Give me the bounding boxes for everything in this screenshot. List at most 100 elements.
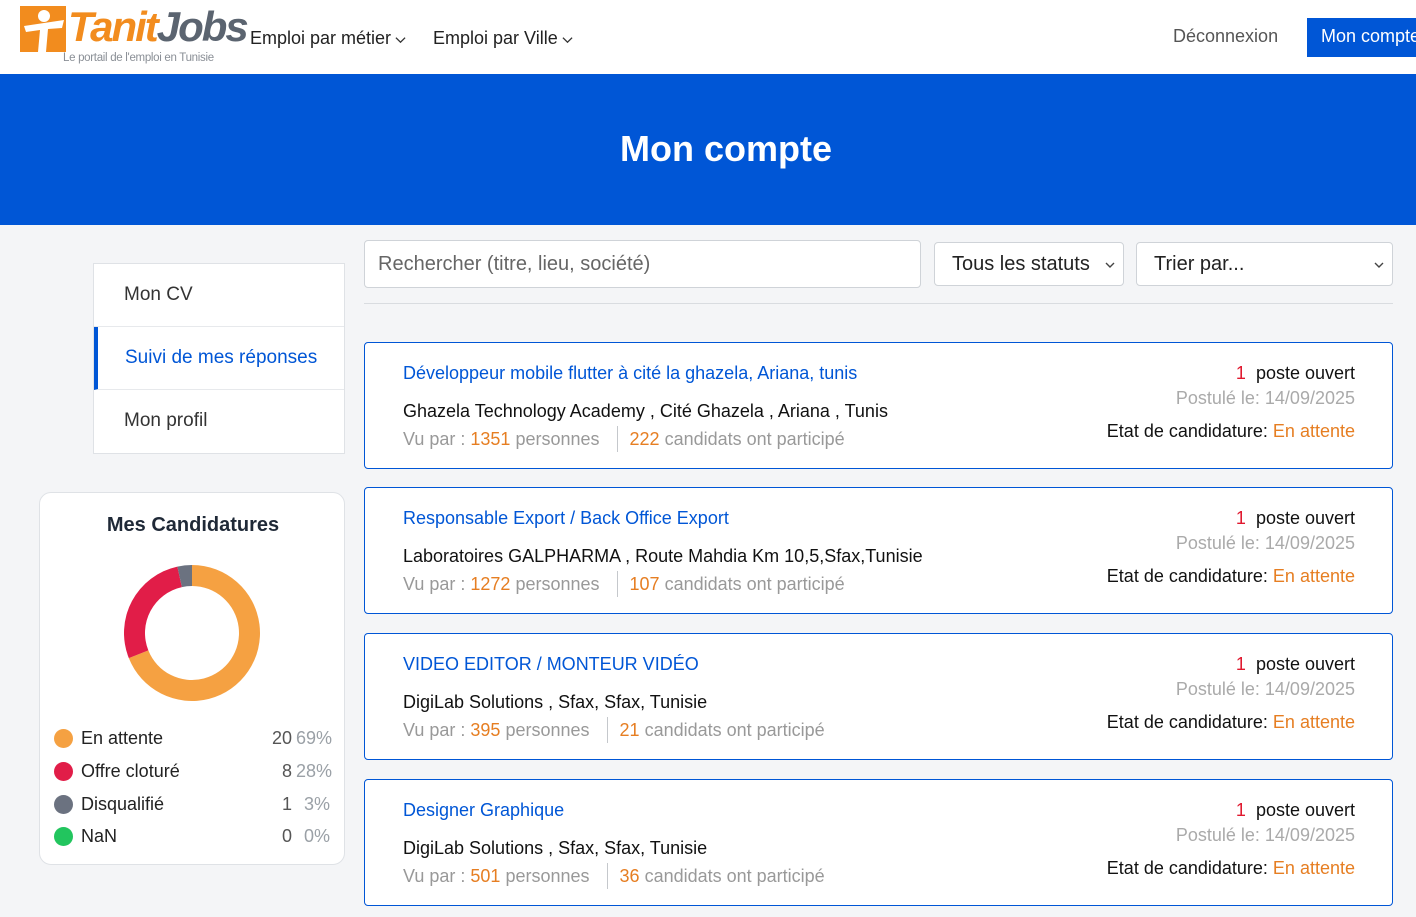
logo-brand-jobs: Jobs [156,3,249,50]
applied-date: Postulé le: 14/09/2025 [1175,679,1355,699]
logo-mark-icon [20,6,66,52]
search-input[interactable]: Rechercher (titre, lieu, société) [364,240,921,288]
legend-percent: 69% [296,728,333,748]
status-filter-value: Tous les statuts [952,253,1090,275]
logo-wordmark: TanitJobs [68,2,249,52]
candidates-count: 36 [619,865,640,886]
status-value: En attente [1272,566,1355,586]
legend-dot [54,762,73,781]
open-label: poste ouvert [1250,508,1355,528]
chevron-down-icon [562,36,573,43]
legend-dot [54,795,73,814]
chevron-down-icon [1374,262,1384,268]
status-prefix: Etat de candidature: [1106,712,1273,732]
candidates-count: 222 [629,428,660,449]
nav-emploi-par-metier[interactable]: Emploi par métier [250,28,406,49]
tanitjobs-logo[interactable]: TanitJobs Le portail de l'emploi en Tuni… [18,2,249,70]
sort-select[interactable]: Trier par... [1136,242,1393,286]
open-positions: 1 poste ouvert [1236,508,1355,529]
top-header: TanitJobs Le portail de l'emploi en Tuni… [0,0,1416,74]
legend-count: 20 [271,728,292,748]
views-prefix: Vu par : [403,573,466,594]
logout-link[interactable]: Déconnexion [1173,26,1278,47]
job-title-link[interactable]: Développeur mobile flutter à cité la gha… [403,363,857,384]
views-prefix: Vu par : [403,428,466,449]
job-stats: Vu par : 501 personnes 36 candidats ont … [403,863,825,889]
open-label: poste ouvert [1250,363,1355,383]
open-label: poste ouvert [1250,800,1355,820]
applied-date: Postulé le: 14/09/2025 [1175,388,1355,408]
open-label: poste ouvert [1250,654,1355,674]
legend-label: Offre cloturé [81,761,180,781]
job-company: Ghazela Technology Academy , Cité Ghazel… [403,401,888,421]
legend-percent: 3% [303,794,330,814]
chevron-down-icon [395,36,406,43]
account-button[interactable]: Mon compte [1307,18,1416,57]
legend-percent: 28% [296,761,333,781]
candidatures-donut-chart [124,565,260,701]
donut-slice-offre-clotur- [124,566,182,659]
job-company: DigiLab Solutions , Sfax, Sfax, Tunisie [403,692,708,712]
sidebar-item-mon-cv[interactable]: Mon CV [94,264,344,327]
candidates-count: 21 [619,719,640,740]
legend-item-offre-cloture: Offre cloturé 8 28% [54,759,333,783]
stats-divider [606,863,608,889]
application-card[interactable]: Designer Graphique DigiLab Solutions , S… [364,779,1393,906]
legend-label: Disqualifié [81,794,165,814]
views-count: 501 [470,865,501,886]
applied-date: Postulé le: 14/09/2025 [1175,533,1355,553]
views-prefix: Vu par : [403,865,466,886]
nav-emploi-par-ville[interactable]: Emploi par Ville [433,28,573,49]
stats-divider [606,717,608,743]
open-count: 1 [1235,363,1246,383]
views-suffix: personnes [515,428,600,449]
job-stats: Vu par : 1272 personnes 107 candidats on… [403,571,845,597]
chevron-down-icon [1105,262,1115,268]
views-count: 1351 [470,428,511,449]
job-title-link[interactable]: Designer Graphique [403,800,564,821]
job-title-link[interactable]: VIDEO EDITOR / MONTEUR VIDÉO [403,654,699,675]
logo-brand-tanit: Tanit [68,3,159,50]
nav-label: Emploi par Ville [433,28,558,48]
open-count: 1 [1235,508,1246,528]
status-value: En attente [1272,712,1355,732]
legend-percent: 0% [303,826,330,846]
views-suffix: personnes [515,573,600,594]
views-suffix: personnes [505,865,590,886]
candidates-suffix: candidats ont participé [664,573,845,594]
status-value: En attente [1272,858,1355,878]
status-prefix: Etat de candidature: [1106,566,1273,586]
job-company: Laboratoires GALPHARMA , Route Mahdia Km… [403,546,923,566]
sidebar-item-suivi-reponses[interactable]: Suivi de mes réponses [94,327,344,390]
application-status: Etat de candidature: En attente [1107,421,1355,442]
status-prefix: Etat de candidature: [1106,858,1273,878]
legend-dot [54,729,73,748]
views-prefix: Vu par : [403,719,466,740]
applied-date: Postulé le: 14/09/2025 [1175,825,1355,845]
page-banner: Mon compte [0,74,1416,225]
status-filter-select[interactable]: Tous les statuts [934,242,1124,286]
application-card[interactable]: Développeur mobile flutter à cité la gha… [364,342,1393,469]
legend-count: 8 [281,761,292,781]
job-company: DigiLab Solutions , Sfax, Sfax, Tunisie [403,838,708,858]
legend-item-disqualifie: Disqualifié 1 3% [54,792,330,816]
stats-divider [616,426,618,452]
application-card[interactable]: VIDEO EDITOR / MONTEUR VIDÉO DigiLab Sol… [364,633,1393,760]
legend-count: 0 [281,826,292,846]
page-title: Mon compte [620,128,832,169]
job-title-link[interactable]: Responsable Export / Back Office Export [403,508,729,529]
views-suffix: personnes [505,719,590,740]
legend-item-nan: NaN 0 0% [54,824,330,848]
views-count: 395 [470,719,501,740]
stats-divider [616,571,618,597]
candidates-suffix: candidats ont participé [644,719,825,740]
filter-divider [364,303,1393,304]
legend-count: 1 [281,794,292,814]
application-status: Etat de candidature: En attente [1107,566,1355,587]
job-stats: Vu par : 1351 personnes 222 candidats on… [403,426,845,452]
application-status: Etat de candidature: En attente [1107,712,1355,733]
sidebar-item-mon-profil[interactable]: Mon profil [94,390,344,453]
candidates-suffix: candidats ont participé [644,865,825,886]
application-card[interactable]: Responsable Export / Back Office Export … [364,487,1393,614]
legend-label: NaN [81,826,118,846]
